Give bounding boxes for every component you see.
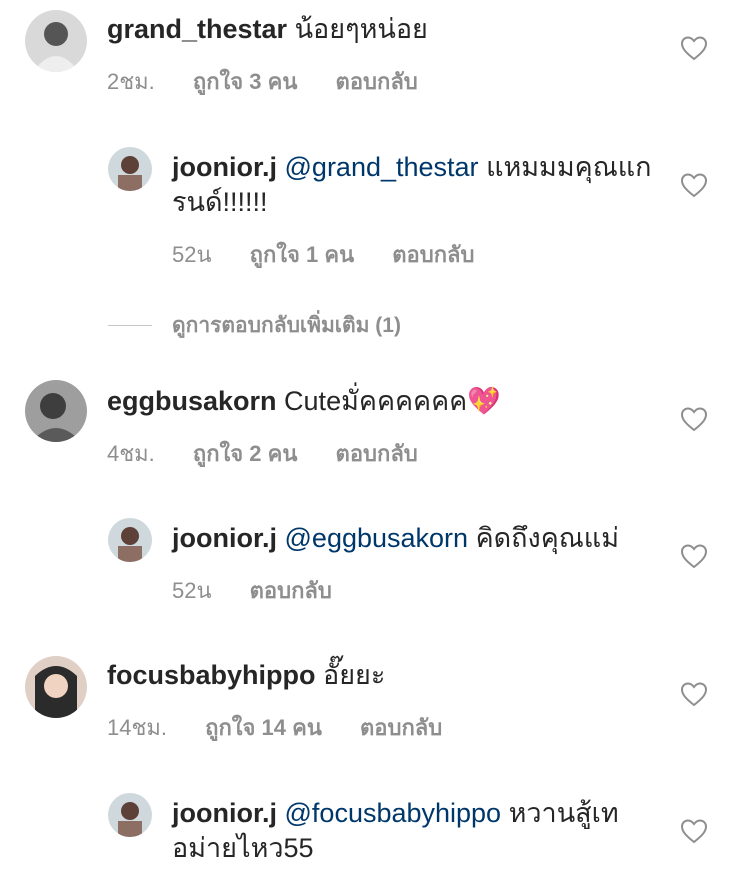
- view-more-replies-button[interactable]: ดูการตอบกลับเพิ่มเติม (1): [108, 309, 401, 342]
- avatar[interactable]: [108, 518, 152, 562]
- comment-time: 52น: [172, 242, 212, 267]
- username-link[interactable]: joonior.j: [172, 152, 277, 182]
- reply-button[interactable]: ตอบกลับ: [360, 715, 442, 740]
- likes-count[interactable]: ถูกใจ 14 คน: [205, 715, 322, 740]
- username-link[interactable]: focusbabyhippo: [107, 660, 316, 690]
- heart-icon[interactable]: [680, 406, 708, 432]
- avatar[interactable]: [108, 147, 152, 191]
- likes-count[interactable]: ถูกใจ 2 คน: [193, 441, 298, 466]
- comment-body: eggbusakorn Cuteมั่คคคคคค💖: [107, 384, 655, 419]
- comment-body: grand_thestar น้อยๆหน่อย: [107, 12, 655, 47]
- divider: [108, 325, 152, 326]
- comment-text: คิดถึงคุณแม่: [475, 523, 619, 553]
- heart-icon[interactable]: [680, 681, 708, 707]
- sparkling-heart-emoji: 💖: [467, 386, 501, 416]
- reply-button[interactable]: ตอบกลับ: [250, 578, 332, 603]
- comment-time: 14ชม.: [107, 715, 168, 740]
- comment-meta: 52น ถูกใจ 1 คน ตอบกลับ: [172, 237, 507, 272]
- username-link[interactable]: eggbusakorn: [107, 386, 277, 416]
- view-more-replies-label: ดูการตอบกลับเพิ่มเติม (1): [172, 314, 401, 337]
- comment-body: joonior.j @focusbabyhippo หวานสู้เทอม่าย…: [172, 796, 655, 866]
- comment-body: focusbabyhippo อั๊ยยะ: [107, 658, 655, 693]
- comment-body: joonior.j @grand_thestar แหมมมคุณแกรนด์!…: [172, 150, 655, 220]
- avatar[interactable]: [25, 380, 87, 442]
- mention-link[interactable]: @eggbusakorn: [285, 523, 469, 553]
- mention-link[interactable]: @focusbabyhippo: [285, 798, 502, 828]
- heart-icon[interactable]: [680, 35, 708, 61]
- heart-icon[interactable]: [680, 172, 708, 198]
- username-link[interactable]: grand_thestar: [107, 14, 287, 44]
- comment-meta: 2ชม. ถูกใจ 3 คน ตอบกลับ: [107, 64, 450, 99]
- comment-meta: 52น ตอบกลับ: [172, 573, 364, 608]
- likes-count[interactable]: ถูกใจ 1 คน: [250, 242, 355, 267]
- comment-text: อั๊ยยะ: [323, 660, 386, 690]
- avatar[interactable]: [25, 656, 87, 718]
- comment-time: 2ชม.: [107, 69, 155, 94]
- mention-link[interactable]: @grand_thestar: [285, 152, 479, 182]
- comment-text: น้อยๆหน่อย: [294, 14, 428, 44]
- comment-time: 4ชม.: [107, 441, 155, 466]
- comment-meta: 14ชม. ถูกใจ 14 คน ตอบกลับ: [107, 710, 474, 745]
- reply-button[interactable]: ตอบกลับ: [336, 69, 418, 94]
- reply-button[interactable]: ตอบกลับ: [336, 441, 418, 466]
- comment-body: joonior.j @eggbusakorn คิดถึงคุณแม่: [172, 521, 655, 556]
- heart-icon[interactable]: [680, 543, 708, 569]
- likes-count[interactable]: ถูกใจ 3 คน: [193, 69, 298, 94]
- reply-button[interactable]: ตอบกลับ: [392, 242, 474, 267]
- username-link[interactable]: joonior.j: [172, 798, 277, 828]
- heart-icon[interactable]: [680, 818, 708, 844]
- avatar[interactable]: [25, 10, 87, 72]
- avatar[interactable]: [108, 793, 152, 837]
- comment-meta: 4ชม. ถูกใจ 2 คน ตอบกลับ: [107, 436, 450, 471]
- username-link[interactable]: joonior.j: [172, 523, 277, 553]
- comment-text: Cuteมั่คคคคคค: [284, 386, 468, 416]
- comment-time: 52น: [172, 578, 212, 603]
